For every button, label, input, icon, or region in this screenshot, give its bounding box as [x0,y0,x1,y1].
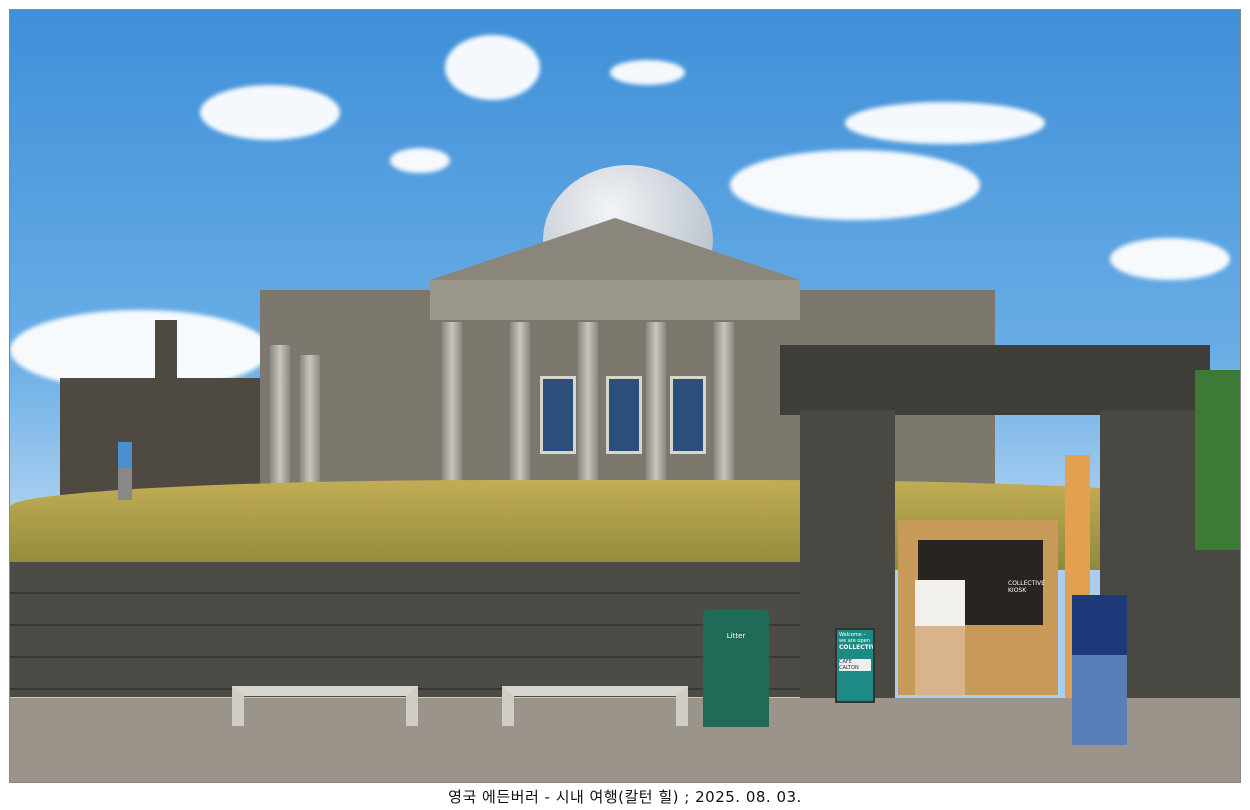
column [578,322,598,482]
person-woman [915,580,965,695]
entablature [430,280,800,320]
litter-bin: Litter [703,610,769,727]
castellated-building [60,378,270,498]
tree [1195,370,1240,550]
gateway-lintel [780,345,1210,415]
sign-welcome: Welcome – we are open [839,632,870,644]
stone-wall [10,562,810,697]
column [300,355,320,490]
bench [502,686,688,726]
photo: COLLECTIVE KIOSK Litter Welcome – we are… [9,9,1241,783]
bench [232,686,418,726]
cloud [200,85,340,140]
sign-cafe: CAFE CALTON [839,659,871,671]
pediment [430,218,800,280]
window [606,376,642,454]
cloud [610,60,685,85]
column [646,322,666,482]
column [270,345,290,490]
person-man-backpack [1072,595,1127,745]
person-photographer [118,442,132,500]
photo-caption: 영국 에든버러 - 시내 여행(칼턴 힐) ; 2025. 08. 03. [448,788,802,806]
column [510,322,530,482]
cloud [1110,238,1230,280]
wall-right [1198,550,1240,700]
cafe-sign: Welcome – we are open COLLECTIVE CAFE CA… [835,628,875,703]
chimney [155,320,177,390]
cloud [445,35,540,100]
litter-label: Litter [726,632,746,640]
sign-brand: COLLECTIVE [839,644,873,651]
column [714,322,734,482]
cloud [730,150,980,220]
cloud [390,148,450,173]
column [442,322,462,482]
window [670,376,706,454]
cloud [845,102,1045,144]
window [540,376,576,454]
